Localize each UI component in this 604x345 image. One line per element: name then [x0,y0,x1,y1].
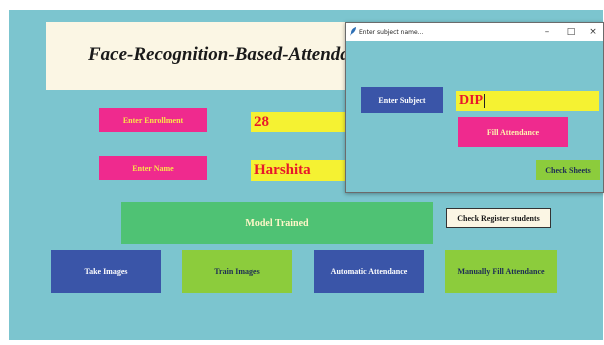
maximize-icon[interactable]: □ [560,23,582,41]
close-icon[interactable]: × [582,23,604,41]
minimize-icon[interactable]: – [536,23,558,41]
page-title: Face-Recognition-Based-Attendanc [88,44,369,65]
name-label: Enter Name [99,156,207,180]
subject-dialog: Enter subject name... – □ × Enter Subjec… [345,22,604,193]
check-register-button[interactable]: Check Register students [446,208,551,228]
name-input[interactable]: Harshita [251,160,351,181]
status-message: Model Trained [121,202,433,244]
manual-attendance-button[interactable]: Manually Fill Attendance [445,250,557,293]
dialog-titlebar[interactable]: Enter subject name... – □ × [346,23,603,41]
feather-icon [350,23,357,41]
enrollment-input[interactable]: 28 [251,112,351,132]
subject-value: DIP [459,93,484,108]
train-images-button[interactable]: Train Images [182,250,292,293]
subject-input[interactable]: DIP [456,91,599,111]
check-sheets-button[interactable]: Check Sheets [536,160,600,180]
take-images-button[interactable]: Take Images [51,250,161,293]
dialog-title: Enter subject name... [359,28,424,36]
enrollment-label: Enter Enrollment [99,108,207,132]
subject-label: Enter Subject [361,87,443,113]
automatic-attendance-button[interactable]: Automatic Attendance [314,250,424,293]
fill-attendance-button[interactable]: Fill Attendance [458,117,568,147]
